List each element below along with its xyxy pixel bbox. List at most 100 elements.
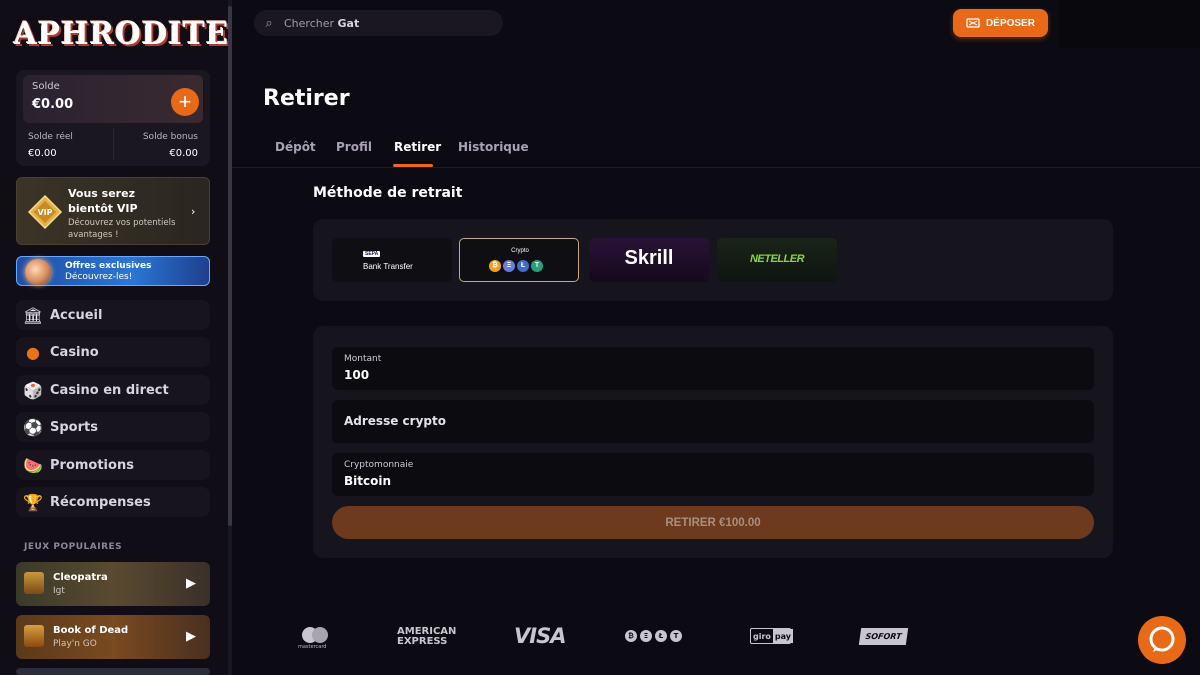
nav-item-sports[interactable]: ⚽ Sports <box>16 412 210 442</box>
deposit-button[interactable]: DÉPOSER <box>953 9 1048 37</box>
bonus-balance-label: Solde bonus <box>142 132 198 142</box>
method-skrill[interactable]: Skrill <box>589 238 709 282</box>
method-neteller[interactable]: NETELLER <box>717 238 837 282</box>
amount-value: 100 <box>344 368 370 382</box>
nav-item-promotions[interactable]: 🍉 Promotions <box>16 450 210 480</box>
method-crypto[interactable]: Crypto ₿ Ξ Ł T <box>459 238 579 282</box>
nav-item-casino[interactable]: ● Casino <box>16 337 210 367</box>
game-thumbnail <box>24 625 44 647</box>
chip-icon: ● <box>26 342 40 362</box>
offers-title: Offres exclusives <box>65 261 152 271</box>
nav-label: Récompenses <box>50 494 151 510</box>
ethereum-icon: Ξ <box>503 260 515 272</box>
page-title: Retirer <box>263 86 350 111</box>
nav-item-casino-en-direct[interactable]: 🎲 Casino en direct <box>16 375 210 405</box>
sofort-logo: SOFORT <box>858 628 909 645</box>
search-placeholder: Chercher Gat <box>284 16 360 30</box>
add-funds-button[interactable]: + <box>171 88 199 116</box>
amount-label: Montant <box>344 354 382 364</box>
dice-icon: 🎲 <box>23 380 43 400</box>
withdraw-submit-button[interactable]: RETIRER €100.00 <box>332 506 1094 539</box>
bank-icon: 🏛 <box>22 305 44 325</box>
real-balance-label: Solde réel <box>28 132 73 142</box>
deposit-label: DÉPOSER <box>986 17 1035 29</box>
sepa-badge: SEPA <box>363 251 381 257</box>
mastercard-icon <box>302 627 328 643</box>
game-card-book-of-dead[interactable]: Book of Dead Play'n GO ▶ <box>16 615 210 659</box>
giropay-logo: giro pay <box>750 628 794 644</box>
withdraw-method-title: Méthode de retrait <box>313 185 463 201</box>
crypto-logos: ₿ Ξ Ł T <box>625 630 682 642</box>
real-balance-value: €0.00 <box>28 148 57 159</box>
soccer-ball-icon: ⚽ <box>23 417 43 437</box>
play-icon[interactable]: ▶ <box>186 576 196 591</box>
crypto-label: Crypto <box>511 248 529 254</box>
crypto-address-placeholder: Adresse crypto <box>344 414 446 428</box>
search-icon: ⌕ <box>265 15 273 31</box>
tab-historique[interactable]: Historique <box>458 140 529 154</box>
game-card-cleopatra[interactable]: Cleopatra Igt ▶ <box>16 562 210 606</box>
chat-icon <box>1149 626 1175 652</box>
nav-label: Promotions <box>50 457 134 473</box>
tether-icon: T <box>670 630 682 642</box>
bank-transfer-label: Bank Transfer <box>363 262 413 271</box>
vip-subtitle: Découvrez vos potentiels avantages ! <box>68 218 176 240</box>
sidebar: APHRODITE Solde €0.00 + Solde réel €0.00… <box>0 0 232 675</box>
game-card-partial[interactable] <box>16 668 210 675</box>
litecoin-icon: Ł <box>517 260 529 272</box>
balance-card: Solde €0.00 + Solde réel €0.00 Solde bon… <box>16 70 210 166</box>
bitcoin-icon: ₿ <box>489 260 501 272</box>
method-bank-transfer[interactable]: SEPA Bank Transfer <box>332 238 452 282</box>
balance-label: Solde <box>32 81 60 92</box>
tether-icon: T <box>531 260 543 272</box>
nav-item-accueil[interactable]: 🏛 Accueil <box>16 300 210 330</box>
game-name: Book of Dead <box>53 625 129 636</box>
offers-subtitle: Découvrez-les! <box>65 272 133 282</box>
brand-logo[interactable]: APHRODITE <box>14 14 228 54</box>
vip-diamond-icon: VIP <box>27 194 63 230</box>
ethereum-icon: Ξ <box>640 630 652 642</box>
withdraw-methods-panel: SEPA Bank Transfer Crypto ₿ Ξ Ł T Skrill… <box>313 219 1113 301</box>
chevron-right-icon: › <box>191 205 196 218</box>
live-chat-button[interactable] <box>1138 616 1186 664</box>
game-name: Cleopatra <box>53 572 108 583</box>
vip-card[interactable]: VIP Vous serez bientôt VIP Découvrez vos… <box>16 177 210 245</box>
game-provider: Play'n GO <box>53 639 97 649</box>
amount-field[interactable]: Montant 100 <box>332 347 1094 390</box>
skrill-logo: Skrill <box>624 247 674 269</box>
crypto-address-field[interactable]: Adresse crypto <box>332 400 1094 443</box>
nav-label: Casino <box>50 344 99 360</box>
balance-divider <box>113 128 114 160</box>
balance-main: Solde €0.00 + <box>23 75 203 123</box>
amex-logo: AMERICAN EXPRESS <box>397 626 457 647</box>
header-right-area <box>1058 0 1200 48</box>
nav-label: Sports <box>50 419 98 435</box>
neteller-logo: NETELLER <box>749 253 805 265</box>
mastercard-label: mastercard <box>298 644 327 650</box>
crypto-coins: ₿ Ξ Ł T <box>489 260 543 272</box>
play-icon[interactable]: ▶ <box>186 629 196 644</box>
trophy-icon: 🏆 <box>23 492 43 512</box>
cryptocurrency-label: Cryptomonnaie <box>344 460 414 470</box>
balance-value: €0.00 <box>32 97 74 112</box>
nav-label: Accueil <box>50 307 103 323</box>
withdraw-form: Montant 100 Adresse crypto Cryptomonnaie… <box>313 326 1113 558</box>
popular-games-heading: JEUX POPULAIRES <box>24 542 123 552</box>
cryptocurrency-value: Bitcoin <box>344 474 392 488</box>
wallet-icon <box>966 18 980 28</box>
cryptocurrency-select[interactable]: Cryptomonnaie Bitcoin <box>332 453 1094 496</box>
game-thumbnail <box>24 572 44 594</box>
tab-depot[interactable]: Dépôt <box>275 140 316 154</box>
game-provider: Igt <box>53 586 65 596</box>
vip-title: Vous serez bientôt VIP <box>68 187 138 215</box>
top-header: ⌕ Chercher Gat DÉPOSER <box>232 0 1200 48</box>
watermelon-icon: 🍉 <box>23 455 43 475</box>
search-input[interactable]: ⌕ Chercher Gat <box>254 10 503 36</box>
brand-name: APHRODITE <box>14 16 230 52</box>
tab-retirer[interactable]: Retirer <box>394 140 441 154</box>
tab-profil[interactable]: Profil <box>336 140 372 154</box>
exclusive-offers-banner[interactable]: Offres exclusives Découvrez-les! <box>16 256 210 286</box>
tabs-divider <box>232 167 1200 168</box>
orb-icon <box>25 259 51 285</box>
nav-item-recompenses[interactable]: 🏆 Récompenses <box>16 487 210 517</box>
